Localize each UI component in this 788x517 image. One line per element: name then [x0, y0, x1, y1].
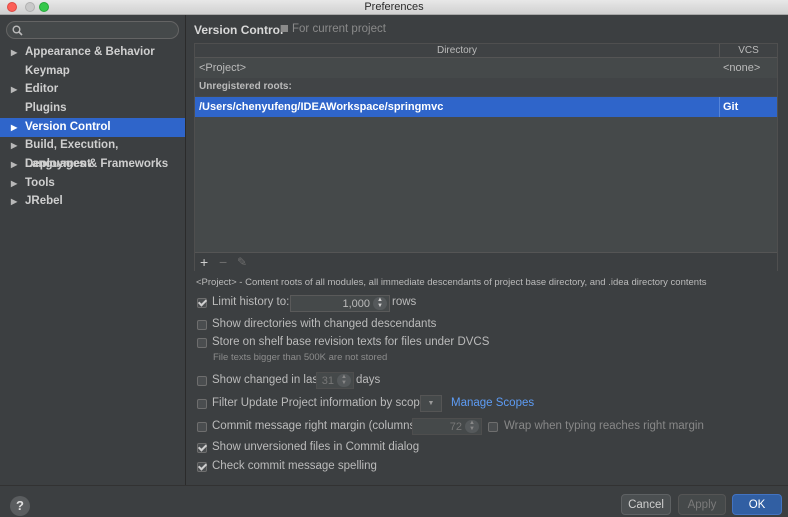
project-roots-note: <Project> - Content roots of all modules…: [196, 277, 707, 288]
sidebar-item-languages-frameworks[interactable]: ▶ Languages & Frameworks: [0, 155, 185, 174]
show-changed-in-last-label: Show changed in last: [212, 374, 322, 386]
project-scope-icon: [281, 25, 288, 33]
version-control-panel: Version Control For current project Dire…: [186, 15, 788, 485]
column-divider: [719, 97, 720, 117]
help-button[interactable]: ?: [10, 496, 30, 516]
limit-history-checkbox[interactable]: [197, 298, 207, 308]
sidebar-item-label: Version Control: [25, 121, 111, 133]
expand-arrow-icon[interactable]: ▶: [11, 155, 17, 174]
sidebar-item-jrebel[interactable]: ▶ JRebel: [0, 192, 185, 211]
settings-search-input[interactable]: [6, 21, 179, 39]
commit-margin-label: Commit message right margin (columns):: [212, 420, 423, 432]
store-on-shelf-label: Store on shelf base revision texts for f…: [212, 336, 490, 348]
sidebar-item-label: Languages & Frameworks: [25, 158, 169, 170]
store-on-shelf-checkbox[interactable]: [197, 338, 207, 348]
sidebar-item-editor[interactable]: ▶ Editor: [0, 80, 185, 99]
table-header: Directory VCS: [195, 44, 777, 58]
sidebar-item-build-execution-deployment[interactable]: ▶ Build, Execution, Deployment: [0, 136, 185, 170]
check-spelling-label: Check commit message spelling: [212, 460, 377, 472]
sidebar-item-label: Editor: [25, 83, 59, 95]
show-changed-days-spinner[interactable]: 31 ▲ ▼: [316, 372, 354, 389]
manage-scopes-link[interactable]: Manage Scopes: [451, 397, 534, 409]
ok-button[interactable]: OK: [732, 494, 782, 515]
commit-margin-checkbox[interactable]: [197, 422, 207, 432]
row-directory: /Users/chenyufeng/IDEAWorkspace/springmv…: [199, 101, 444, 113]
section-label: Unregistered roots:: [199, 81, 292, 92]
wrap-typing-checkbox[interactable]: [488, 422, 498, 432]
expand-arrow-icon[interactable]: ▶: [11, 80, 17, 99]
store-on-shelf-hint: File texts bigger than 500K are not stor…: [213, 352, 388, 363]
expand-arrow-icon[interactable]: ▶: [11, 118, 17, 137]
vcs-mappings-table: Directory VCS <Project> <none> Unregiste…: [194, 43, 778, 271]
add-mapping-button[interactable]: +: [200, 254, 208, 270]
expand-arrow-icon[interactable]: ▶: [11, 174, 17, 193]
sidebar-item-label: JRebel: [25, 195, 63, 207]
page-scope-label: For current project: [281, 23, 386, 35]
expand-arrow-icon[interactable]: ▶: [11, 136, 17, 155]
show-changed-in-last-checkbox[interactable]: [197, 376, 207, 386]
show-changed-days-value: 31: [321, 375, 334, 387]
show-dirs-changed-checkbox[interactable]: [197, 320, 207, 330]
row-directory: <Project>: [199, 62, 247, 74]
column-header-vcs[interactable]: VCS: [720, 44, 777, 57]
table-section-header: Unregistered roots:: [195, 78, 777, 96]
table-toolbar: + − ✎: [195, 252, 777, 271]
show-dirs-changed-label: Show directories with changed descendant…: [212, 318, 437, 330]
spinner-arrows-icon[interactable]: ▲ ▼: [373, 297, 387, 310]
scope-dropdown[interactable]: ▼: [420, 395, 442, 412]
sidebar-item-appearance-behavior[interactable]: ▶ Appearance & Behavior: [0, 43, 185, 62]
cancel-button[interactable]: Cancel: [621, 494, 671, 515]
table-row[interactable]: <Project> <none>: [195, 59, 777, 77]
chevron-down-icon: ▼: [427, 400, 435, 407]
sidebar-item-label: Tools: [25, 177, 55, 189]
sidebar-item-plugins[interactable]: Plugins: [0, 99, 185, 118]
filter-update-checkbox[interactable]: [197, 399, 207, 409]
apply-button[interactable]: Apply: [678, 494, 726, 515]
wrap-typing-label: Wrap when typing reaches right margin: [504, 420, 704, 432]
show-changed-suffix: days: [356, 374, 381, 386]
spinner-arrows-icon[interactable]: ▲ ▼: [337, 374, 351, 387]
window-title-bar: Preferences: [0, 0, 788, 15]
window-title: Preferences: [364, 1, 424, 13]
dialog-button-bar: ? Cancel Apply OK: [0, 485, 788, 517]
show-unversioned-checkbox[interactable]: [197, 443, 207, 453]
show-unversioned-label: Show unversioned files in Commit dialog: [212, 441, 420, 453]
row-vcs: Git: [723, 101, 739, 113]
remove-mapping-button[interactable]: −: [219, 254, 227, 270]
filter-update-label: Filter Update Project information by sco…: [212, 397, 427, 409]
sidebar-item-keymap[interactable]: Keymap: [0, 62, 185, 81]
sidebar-item-label: Appearance & Behavior: [25, 46, 155, 58]
expand-arrow-icon[interactable]: ▶: [11, 43, 17, 62]
limit-history-suffix: rows: [392, 296, 417, 308]
sidebar-item-version-control[interactable]: ▶ Version Control: [0, 118, 185, 137]
commit-margin-value: 72: [449, 421, 462, 433]
limit-history-spinner[interactable]: 1,000 ▲ ▼: [290, 295, 390, 312]
spinner-arrows-icon[interactable]: ▲ ▼: [465, 420, 479, 433]
sidebar-item-label: Plugins: [25, 102, 67, 114]
page-scope-text: For current project: [292, 23, 386, 35]
sidebar-item-tools[interactable]: ▶ Tools: [0, 174, 185, 193]
table-row-selected[interactable]: /Users/chenyufeng/IDEAWorkspace/springmv…: [195, 97, 777, 117]
page-title: Version Control: [194, 23, 284, 37]
commit-margin-spinner[interactable]: 72 ▲ ▼: [412, 418, 482, 435]
limit-history-label: Limit history to:: [212, 296, 290, 308]
search-icon: [12, 25, 23, 36]
limit-history-value: 1,000: [342, 298, 370, 310]
sidebar-item-label: Keymap: [25, 65, 70, 77]
expand-arrow-icon[interactable]: ▶: [11, 192, 17, 211]
column-header-directory[interactable]: Directory: [195, 44, 720, 57]
settings-sidebar: ▶ Appearance & Behavior Keymap ▶ Editor …: [0, 15, 186, 485]
edit-mapping-button[interactable]: ✎: [237, 254, 247, 270]
row-vcs: <none>: [723, 62, 761, 74]
check-spelling-checkbox[interactable]: [197, 462, 207, 472]
